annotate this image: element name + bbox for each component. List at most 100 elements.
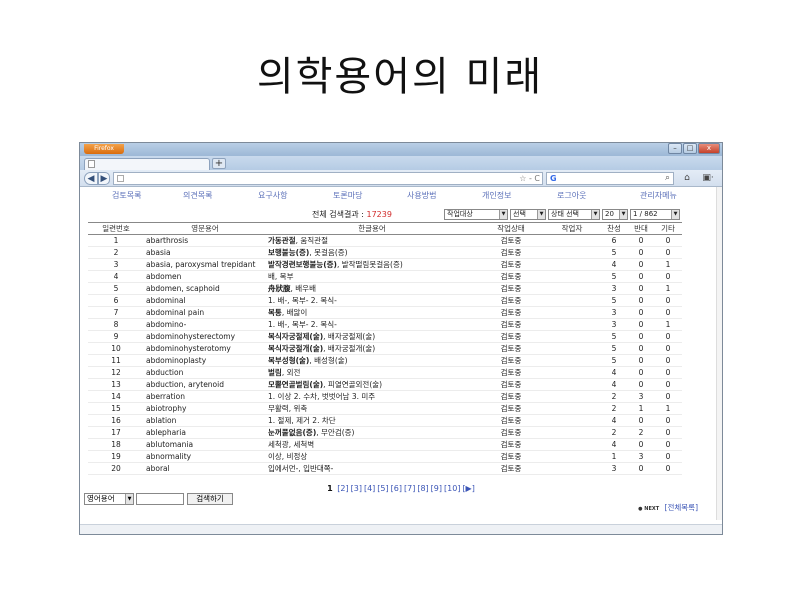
next-link[interactable]: ● NEXT: [638, 506, 659, 512]
forward-button[interactable]: ▶: [98, 172, 110, 185]
table-row[interactable]: 13 abduction, arytenoid 모뿔연골벌림(술), 피열연골외전(…: [88, 378, 682, 391]
english-term-link[interactable]: abarthrosis: [144, 234, 266, 247]
english-term-link[interactable]: abiotrophy: [144, 402, 266, 415]
table-row[interactable]: 9 abdominohysterectomy 복식자궁절제(술), 배자궁절제(술)…: [88, 330, 682, 343]
search-icon[interactable]: ⌕: [665, 173, 670, 184]
english-term-link[interactable]: aberration: [144, 390, 266, 403]
worker-cell: [544, 390, 600, 403]
table-row[interactable]: 6 abdominal 1. 배-, 복부- 2. 복식- 검토중 5 0 0: [88, 294, 682, 307]
close-button[interactable]: x: [698, 143, 720, 154]
page-link[interactable]: [9]: [431, 484, 442, 493]
menu-logout[interactable]: 로그아웃: [557, 189, 586, 203]
search-bar[interactable]: G ⌕: [546, 172, 674, 185]
col-header-status[interactable]: 작업상태: [478, 222, 544, 235]
full-list-link[interactable]: [전체목록]: [665, 503, 698, 512]
menu-opinion-list[interactable]: 의견목록: [183, 189, 212, 203]
page-link[interactable]: [4]: [364, 484, 375, 493]
menu-requests[interactable]: 요구사항: [258, 189, 287, 203]
search-button[interactable]: 검색하기: [187, 493, 233, 505]
english-term-link[interactable]: abdominohysterotomy: [144, 342, 266, 355]
col-header-etc[interactable]: 기타: [654, 222, 682, 235]
url-bar[interactable]: ☆ - C: [113, 172, 543, 185]
term-search-input[interactable]: [136, 493, 184, 505]
english-term-link[interactable]: abasia: [144, 246, 266, 259]
table-row[interactable]: 14 aberration 1. 이상 2. 수차, 벗벗어남 3. 미주 검토중 2 3…: [88, 390, 682, 403]
google-icon[interactable]: G: [550, 174, 557, 184]
menu-review-list[interactable]: 검토목록: [112, 189, 141, 203]
english-term-link[interactable]: ablutomania: [144, 438, 266, 451]
page-link[interactable]: [▶]: [462, 484, 474, 493]
home-icon[interactable]: ⌂: [679, 172, 695, 185]
page-link[interactable]: [3]: [351, 484, 362, 493]
back-button[interactable]: ◀: [84, 172, 98, 185]
menu-admin[interactable]: 관리자메뉴: [640, 189, 677, 203]
firefox-menu-button[interactable]: Firefox: [84, 144, 124, 154]
col-header-korean[interactable]: 한글용어: [266, 222, 478, 235]
menu-how-to-use[interactable]: 사용방법: [407, 189, 436, 203]
table-row[interactable]: 20 aboral 입에서먼-, 입반대쪽- 검토중 3 0 0: [88, 462, 682, 475]
table-row[interactable]: 2 abasia 보행불능(증), 못걸음(증) 검토중 5 0 0: [88, 246, 682, 259]
english-term-link[interactable]: abasia, paroxysmal trepidant: [144, 258, 266, 271]
menu-discussion[interactable]: 토론마당: [333, 189, 362, 203]
browser-tab[interactable]: [84, 158, 210, 170]
page-link[interactable]: [8]: [417, 484, 428, 493]
english-term-link[interactable]: ablepharia: [144, 426, 266, 439]
table-row[interactable]: 3 abasia, paroxysmal trepidant 발작경련보행불능(증)…: [88, 258, 682, 271]
col-header-disagree[interactable]: 반대: [628, 222, 654, 235]
page-link[interactable]: [5]: [377, 484, 388, 493]
disagree-count: 3: [628, 390, 654, 403]
filter-select[interactable]: 작업대상 ▼: [444, 209, 508, 220]
menu-icon[interactable]: ▣·: [698, 172, 718, 185]
english-term-link[interactable]: abdominal: [144, 294, 266, 307]
table-row[interactable]: 19 abnormality 이상, 비정상 검토중 1 3 0: [88, 450, 682, 463]
menu-personal-info[interactable]: 개인정보: [482, 189, 511, 203]
table-row[interactable]: 16 ablation 1. 절제, 제거 2. 차단 검토중 4 0 0: [88, 414, 682, 427]
table-row[interactable]: 10 abdominohysterotomy 복식자궁절개(술), 배자궁절개(술)…: [88, 342, 682, 355]
new-tab-button[interactable]: +: [212, 158, 226, 169]
language-select[interactable]: 영어용어 ▼: [84, 493, 134, 505]
table-row[interactable]: 7 abdominal pain 복통, 배앓이 검토중 3 0 0: [88, 306, 682, 319]
english-term-link[interactable]: abdominal pain: [144, 306, 266, 319]
table-row[interactable]: 12 abduction 벌림, 외전 검토중 4 0 0: [88, 366, 682, 379]
english-term-link[interactable]: ablation: [144, 414, 266, 427]
vertical-scrollbar[interactable]: [716, 187, 722, 520]
table-row[interactable]: 15 abiotrophy 무활력, 위축 검토중 2 1 1: [88, 402, 682, 415]
english-term-link[interactable]: abduction: [144, 366, 266, 379]
choice-select[interactable]: 선택 ▼: [510, 209, 546, 220]
col-header-english[interactable]: 영문용어: [144, 222, 266, 235]
page-jump-select[interactable]: 1 / 862 ▼: [630, 209, 680, 220]
url-bar-controls[interactable]: ☆ - C: [519, 173, 540, 184]
english-term-link[interactable]: abdomen: [144, 270, 266, 283]
page-link[interactable]: [2]: [337, 484, 348, 493]
table-row[interactable]: 5 abdomen, scaphoid 舟狀腹, 배우배 검토중 3 0 1: [88, 282, 682, 295]
english-term-link[interactable]: abnormality: [144, 450, 266, 463]
page-link[interactable]: [10]: [444, 484, 460, 493]
table-row[interactable]: 18 ablutomania 세척광, 세척벽 검토중 4 0 0: [88, 438, 682, 451]
table-row[interactable]: 4 abdomen 배, 복부 검토중 5 0 0: [88, 270, 682, 283]
english-term-link[interactable]: aboral: [144, 462, 266, 475]
table-row[interactable]: 1 abarthrosis 가동관절, 움직관절 검토중 6 0 0: [88, 234, 682, 247]
korean-term-cell: 세척광, 세척벽: [266, 438, 478, 451]
table-row[interactable]: 11 abdominoplasty 복부성형(술), 배성형(술) 검토중 5 0 0: [88, 354, 682, 367]
horizontal-scrollbar[interactable]: [80, 524, 722, 534]
page-icon: [88, 160, 95, 168]
col-header-worker[interactable]: 작업자: [544, 222, 600, 235]
page-size-select[interactable]: 20 ▼: [602, 209, 628, 220]
serial-cell: 6: [88, 294, 144, 307]
english-term-link[interactable]: abduction, arytenoid: [144, 378, 266, 391]
agree-count: 5: [600, 342, 628, 355]
table-row[interactable]: 17 ablepharia 눈꺼풀없음(증), 무안검(증) 검토중 2 2 0: [88, 426, 682, 439]
page-link[interactable]: [7]: [404, 484, 415, 493]
english-term-link[interactable]: abdominoplasty: [144, 354, 266, 367]
english-term-link[interactable]: abdomino-: [144, 318, 266, 331]
col-header-serial[interactable]: 일련번호: [88, 222, 144, 235]
col-header-agree[interactable]: 찬성: [600, 222, 628, 235]
table-row[interactable]: 8 abdomino- 1. 배-, 복부- 2. 복식- 검토중 3 0 1: [88, 318, 682, 331]
status-select[interactable]: 상태 선택 ▼: [548, 209, 600, 220]
english-term-link[interactable]: abdominohysterectomy: [144, 330, 266, 343]
page-link[interactable]: [6]: [391, 484, 402, 493]
maximize-button[interactable]: □: [683, 143, 697, 154]
etc-count: 1: [654, 258, 682, 271]
minimize-button[interactable]: –: [668, 143, 682, 154]
english-term-link[interactable]: abdomen, scaphoid: [144, 282, 266, 295]
